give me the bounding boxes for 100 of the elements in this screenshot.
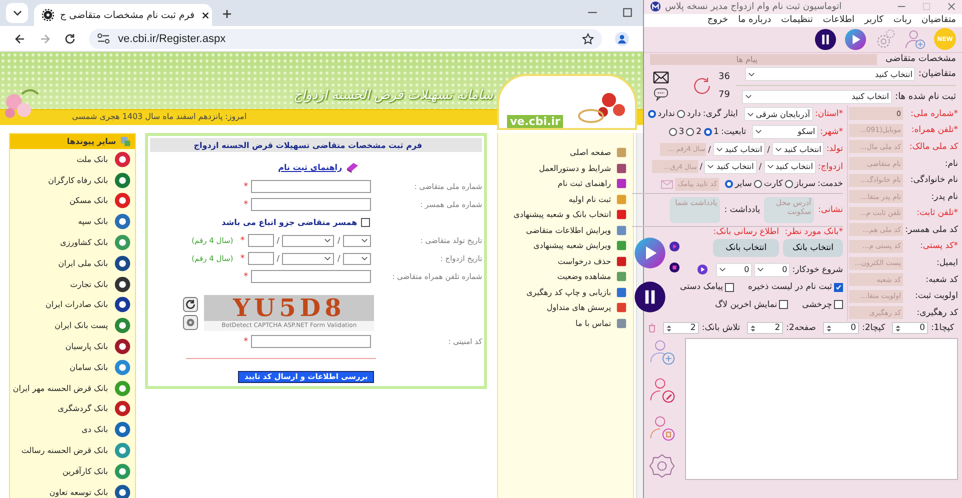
back-icon[interactable]	[14, 32, 26, 44]
menu-link[interactable]: مشاهده وضعیت	[498, 269, 634, 284]
bank-link[interactable]: بانک کارآفرین	[10, 460, 135, 482]
bank-link[interactable]: بانک پارسیان	[10, 336, 135, 357]
number-dropdown[interactable]: 0	[716, 262, 752, 277]
play-icon[interactable]	[844, 28, 867, 51]
menu-link[interactable]: شرایط و دستورالعمل	[498, 160, 634, 176]
radio-button[interactable]	[725, 180, 734, 188]
month-dropdown[interactable]	[282, 252, 334, 264]
menu-item[interactable]: کاربر	[864, 15, 884, 26]
maximize-icon[interactable]	[622, 7, 633, 18]
reload-icon[interactable]	[64, 32, 76, 44]
close-icon[interactable]	[200, 10, 210, 20]
checkbox[interactable]	[834, 282, 843, 292]
bank-link[interactable]: بانک قرض الحسنه رسالت	[10, 440, 135, 461]
bank-link[interactable]: بانک مسکن	[10, 190, 135, 212]
month-dropdown[interactable]: انتخاب کنید	[712, 142, 766, 156]
checkbox[interactable]	[361, 218, 370, 227]
applicants-dropdown[interactable]: انتخاب کنید	[745, 67, 916, 82]
radio-button[interactable]	[686, 128, 694, 136]
bank-link[interactable]: بانک سپه	[10, 211, 135, 232]
radio-button[interactable]	[648, 110, 656, 118]
bank-link[interactable]: بانک گردشگری	[10, 398, 135, 420]
city-dropdown[interactable]: اسکو	[752, 124, 818, 139]
day-dropdown[interactable]	[343, 252, 372, 264]
menu-item[interactable]: درباره ما	[738, 15, 772, 26]
select-bank-button[interactable]: انتخاب بانک	[713, 238, 779, 257]
bank-link[interactable]: بانک قرض الحسنه مهر ایران	[10, 378, 135, 399]
radio-button[interactable]	[784, 180, 793, 188]
menu-link[interactable]: حذف درخواست	[498, 254, 634, 269]
month-dropdown[interactable]	[282, 234, 334, 246]
guide-link[interactable]: راهنمای ثبت نام	[278, 162, 342, 172]
bank-link[interactable]: بانک ملی ایران	[10, 252, 135, 274]
security-code-field[interactable]	[251, 335, 372, 348]
menu-link[interactable]: تماس با ما	[498, 316, 634, 331]
delete-user-icon[interactable]	[648, 414, 676, 442]
month-dropdown[interactable]: انتخاب کنید	[704, 160, 757, 174]
edit-user-icon[interactable]	[648, 376, 676, 404]
number-spinner[interactable]: 0	[823, 322, 859, 334]
bank-link[interactable]: بانک صادرات ایران	[10, 294, 135, 316]
menu-link[interactable]: ثبت نام اولیه	[498, 192, 634, 207]
sms-bubble-icon[interactable]	[652, 88, 669, 101]
year-field[interactable]	[248, 234, 274, 247]
play-icon[interactable]	[697, 264, 708, 276]
bank-link[interactable]: بانک رفاه کارگران	[10, 170, 135, 191]
pause-icon[interactable]	[634, 280, 666, 313]
province-dropdown[interactable]: آذربایجان شرقی	[744, 107, 813, 122]
number-spinner[interactable]: 2	[747, 322, 784, 334]
browser-tab[interactable]: فرم ثبت نام مشخصات متقاضی ج	[34, 4, 212, 26]
text-field[interactable]	[251, 180, 372, 193]
number-spinner[interactable]: 0	[892, 322, 928, 334]
menu-link[interactable]: بازیابی و چاپ کد رهگیری	[498, 284, 634, 300]
menu-link[interactable]: پرسش های متداول	[498, 300, 634, 316]
settings-icon[interactable]	[648, 452, 676, 480]
radio-button[interactable]	[754, 180, 762, 188]
bank-link[interactable]: بانک کشاورزی	[10, 232, 135, 253]
menu-link[interactable]: انتخاب بانک و شعبه پیشنهادی	[498, 207, 634, 222]
menu-link[interactable]: راهنمای ثبت نام	[498, 176, 634, 192]
menu-link[interactable]: ویرایش اطلاعات متقاضی	[498, 222, 634, 238]
radio-button[interactable]	[676, 110, 685, 118]
bank-link[interactable]: بانک سامان	[10, 356, 135, 378]
bookmark-star-icon[interactable]	[582, 32, 594, 44]
envelope-icon[interactable]	[652, 70, 669, 84]
radio-button[interactable]	[668, 128, 677, 136]
checkbox[interactable]	[724, 282, 734, 292]
pause-icon[interactable]	[814, 28, 837, 51]
menu-item[interactable]: خروج	[707, 15, 728, 26]
refresh-icon[interactable]	[183, 296, 198, 312]
profile-icon[interactable]	[615, 32, 629, 46]
trash-icon[interactable]	[648, 323, 656, 334]
tab-list-button[interactable]	[6, 3, 28, 23]
select-bank-button[interactable]: انتخاب بانک	[783, 238, 843, 257]
bank-link[interactable]: بانک دی	[10, 419, 135, 440]
day-dropdown[interactable]	[343, 234, 372, 246]
text-field[interactable]	[251, 198, 372, 211]
year-field[interactable]	[248, 252, 274, 265]
menu-link[interactable]: ویرایش شعبه پیشنهادی	[498, 238, 634, 254]
number-dropdown[interactable]: 0	[754, 262, 790, 277]
checkbox[interactable]	[779, 300, 788, 310]
menu-item[interactable]: ربات	[893, 15, 912, 26]
menu-item[interactable]: متقاضیان	[921, 15, 956, 26]
day-dropdown[interactable]: انتخاب کنید	[772, 142, 824, 156]
number-spinner[interactable]: 2	[662, 322, 699, 334]
registered-dropdown[interactable]: انتخاب کنید	[742, 90, 892, 104]
play-icon[interactable]	[669, 240, 680, 252]
speaker-icon[interactable]	[183, 314, 198, 330]
menu-item[interactable]: تنظیمات	[781, 15, 813, 26]
new-tab-icon[interactable]	[222, 9, 232, 19]
bank-link[interactable]: بانک تجارت	[10, 274, 135, 295]
radio-button[interactable]	[704, 128, 712, 136]
stop-icon[interactable]	[669, 262, 680, 273]
address-bar[interactable]: ve.cbi.ir/Register.aspx	[89, 28, 602, 48]
play-icon[interactable]	[634, 236, 666, 269]
site-settings-icon[interactable]	[97, 33, 110, 44]
checkbox[interactable]	[834, 300, 843, 310]
day-dropdown[interactable]: انتخاب کنید	[764, 160, 816, 174]
text-field[interactable]	[251, 270, 372, 283]
bank-link[interactable]: پست بانک ایران	[10, 315, 135, 336]
bank-link[interactable]: بانک توسعه تعاون	[10, 482, 135, 498]
bank-link[interactable]: بانک ملت	[10, 149, 135, 170]
